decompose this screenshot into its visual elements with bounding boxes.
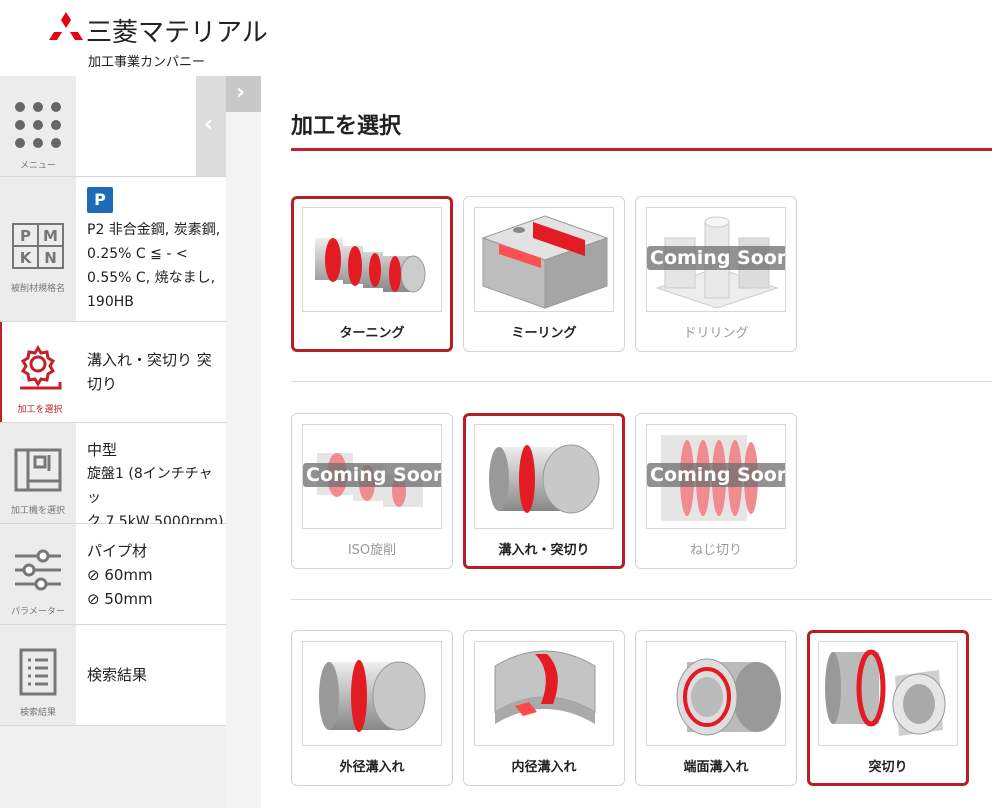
expand-panel-button[interactable]: › (226, 76, 261, 112)
sidebar: メニュー ‹ P M K N 被削材規格名 P P2 非合金鋼, 炭素鋼, 0.… (0, 76, 226, 808)
card-grooving[interactable]: 溝入れ・突切り (463, 413, 625, 569)
sidebar-item-machine[interactable]: 加工機を選択 中型 旋盤1 (8インチチャッ ク 7.5kW 5000rpm) (0, 423, 226, 530)
pmkn-k: K (19, 249, 32, 267)
parting-icon (825, 649, 946, 736)
card-parting[interactable]: 突切り (807, 630, 969, 786)
pmkn-n: N (44, 249, 57, 267)
card-internal-grooving[interactable]: 内径溝入れ (463, 630, 625, 786)
brand-division: 加工事業カンパニー (88, 55, 206, 70)
card-label: 突切り (868, 760, 908, 775)
card-label: 溝入れ・突切り (498, 543, 590, 558)
sidebar-caption-params: パラメーター (11, 607, 65, 617)
card-turning[interactable]: ターニング (291, 196, 453, 352)
process-description: 溝入れ・突切り 突 切り (87, 351, 212, 393)
card-label: 端面溝入れ (683, 760, 749, 775)
internal-grooving-icon (494, 650, 596, 724)
milling-icon (481, 215, 609, 309)
sidebar-gutter (226, 76, 261, 808)
card-iso-turning: Coming Soon ISO旋削 (291, 413, 453, 569)
sidebar-caption-menu: メニュー (19, 161, 56, 171)
page-title: 加工を選択 (291, 114, 402, 139)
card-label: 内径溝入れ (511, 760, 577, 775)
results-label: 検索結果 (87, 666, 148, 684)
card-external-grooving[interactable]: 外径溝入れ (291, 630, 453, 786)
row-separator (291, 599, 992, 600)
sidebar-item-material[interactable]: P M K N 被削材規格名 P P2 非合金鋼, 炭素鋼, 0.25% C ≦… (0, 177, 226, 322)
menu-grid-icon (15, 102, 61, 148)
brand-logo[interactable]: 三菱マテリアル 加工事業カンパニー (0, 0, 300, 76)
face-grooving-icon (676, 658, 781, 736)
sliders-icon (15, 549, 61, 591)
card-label: ねじ切り (689, 543, 742, 558)
title-underline (291, 148, 992, 151)
card-label: ISO旋削 (347, 543, 397, 558)
row-separator (291, 381, 992, 382)
sidebar-caption-process: 加工を選択 (17, 405, 63, 415)
machine-description: 中型 旋盤1 (8インチチャッ ク 7.5kW 5000rpm) (87, 441, 224, 530)
sidebar-caption-results: 検索結果 (19, 708, 56, 718)
sidebar-item-process[interactable]: 加工を選択 溝入れ・突切り 突 切り (0, 322, 226, 423)
params-description: パイプ材 ⊘ 60mm ⊘ 50mm (87, 542, 153, 608)
coming-soon-badge: Coming Soon (647, 463, 785, 487)
gear-process-icon (20, 345, 62, 390)
coming-soon-badge: Coming Soon (303, 463, 441, 487)
collapse-sidebar-button[interactable]: ‹ (196, 76, 226, 176)
external-grooving-icon (319, 660, 426, 732)
three-diamonds-logo-icon (49, 12, 83, 40)
card-label: ターニング (339, 326, 405, 341)
sidebar-item-parameters[interactable]: パラメーター パイプ材 ⊘ 60mm ⊘ 50mm (0, 524, 226, 625)
sidebar-item-results[interactable]: 検索結果 検索結果 (0, 625, 226, 726)
chevron-right-icon: › (236, 80, 246, 105)
sidebar-item-menu[interactable]: メニュー ‹ (0, 76, 226, 177)
sidebar-caption-material: 被削材規格名 (10, 284, 65, 294)
card-threading: Coming Soon ねじ切り (635, 413, 797, 569)
card-face-grooving[interactable]: 端面溝入れ (635, 630, 797, 786)
turning-icon (315, 238, 426, 293)
material-description: P2 非合金鋼, 炭素鋼, 0.25% C ≦ - < 0.55% C, 焼なま… (87, 222, 221, 310)
chevron-left-icon: ‹ (204, 112, 214, 137)
card-label: ドリリング (683, 326, 749, 341)
card-label: ミーリング (511, 326, 577, 341)
grooving-icon (489, 444, 600, 514)
iso-p-badge: P (87, 187, 113, 213)
machine-icon (14, 448, 62, 492)
list-document-icon (19, 648, 57, 696)
sidebar-caption-machine: 加工機を選択 (10, 506, 65, 516)
coming-soon-badge: Coming Soon (647, 246, 785, 270)
card-drilling: Coming Soon ドリリング (635, 196, 797, 352)
pmkn-p: P (20, 227, 31, 245)
card-milling[interactable]: ミーリング (463, 196, 625, 352)
brand-name: 三菱マテリアル (86, 18, 268, 48)
pmkn-m: M (43, 227, 58, 245)
card-label: 外径溝入れ (339, 760, 405, 775)
